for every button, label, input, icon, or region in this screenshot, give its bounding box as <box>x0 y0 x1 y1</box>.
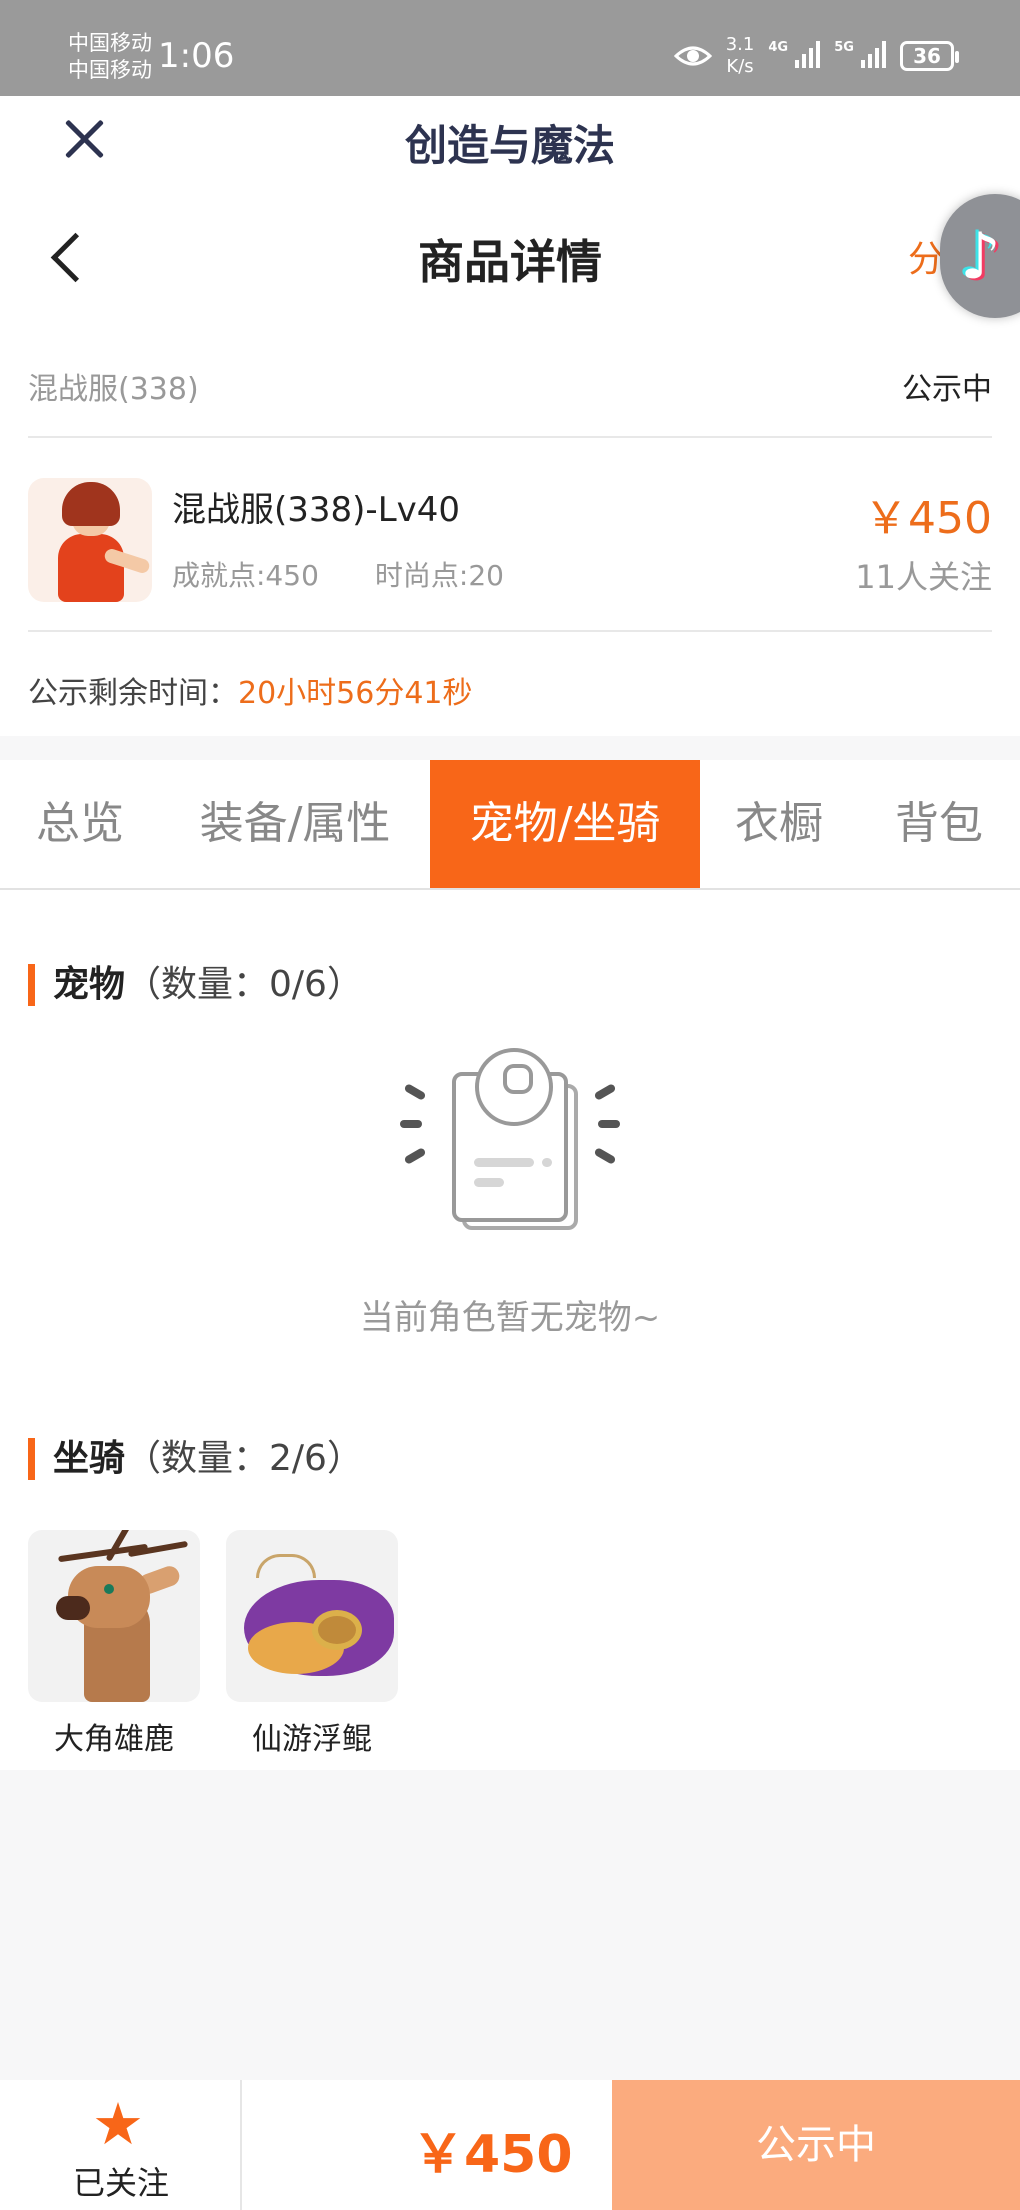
eye-icon <box>673 46 712 66</box>
signal-2: 5G <box>834 40 886 72</box>
remaining-time-label: 公示剩余时间： <box>28 676 238 711</box>
divider <box>28 436 992 438</box>
status-icons: 3.1 K/s 4G 5G 36 <box>673 34 959 78</box>
carrier-2: 中国移动 <box>68 58 152 82</box>
carrier-names: 中国移动 中国移动 <box>68 30 152 84</box>
page-title: 商品详情 <box>418 235 602 289</box>
star-icon: ★ <box>92 2090 144 2158</box>
detail-tabs: 总览 装备/属性 宠物/坐骑 衣橱 背包 <box>0 760 1020 890</box>
server-name: 混战服(338) <box>28 372 199 407</box>
pets-count: （数量：0/6） <box>125 964 363 1005</box>
product-name: 混战服(338)-Lv40 <box>172 490 461 530</box>
speed-unit: K/s <box>726 56 754 77</box>
signal-bars-icon <box>795 40 821 68</box>
remaining-time-value: 20小时56分41秒 <box>238 676 473 711</box>
network-type-2: 5G <box>834 40 854 55</box>
mount-item[interactable]: 大角雄鹿 <box>28 1530 200 1758</box>
floating-app-bubble[interactable]: ♪ <box>940 194 1020 318</box>
signal-1: 4G <box>768 40 821 72</box>
mount-name: 仙游浮鲲 <box>252 1722 372 1757</box>
battery-icon: 36 <box>900 41 959 71</box>
pets-mounts-panel: 宠物（数量：0/6） 当前角色暂无宠物~ 坐骑（数量：2/6） 大角雄鹿 仙游浮… <box>0 890 1020 1770</box>
tab-backpack[interactable]: 背包 <box>858 760 1020 888</box>
product-stats: 成就点:450 时尚点:20 <box>172 554 504 594</box>
pets-title: 宠物 <box>53 964 126 1005</box>
page-header: 商品详情 分享 ♪ <box>0 182 1020 332</box>
clock: 1:06 <box>158 36 235 76</box>
carrier-1: 中国移动 <box>68 31 152 55</box>
follower-count: 11人关注 <box>855 558 992 596</box>
product-price: ￥450 <box>864 493 992 544</box>
tab-equipment[interactable]: 装备/属性 <box>160 760 430 888</box>
tab-overview[interactable]: 总览 <box>0 760 160 888</box>
follow-button[interactable]: ★ 已关注 <box>0 2080 242 2210</box>
flying-fish-mount-icon <box>226 1530 398 1702</box>
product-info: 混战服(338) 公示中 混战服(338)-Lv40 成就点:450 时尚点:20… <box>0 332 1020 736</box>
fashion-points: 时尚点:20 <box>374 559 504 592</box>
status-bar: 中国移动 中国移动 1:06 3.1 K/s 4G 5G 36 <box>0 0 1020 96</box>
achievement-points: 成就点:450 <box>172 559 319 592</box>
pets-section-title: 宠物（数量：0/6） <box>28 964 363 1006</box>
app-title: 创造与魔法 <box>404 121 615 170</box>
mount-item[interactable]: 仙游浮鲲 <box>226 1530 398 1758</box>
divider <box>28 630 992 632</box>
publicity-status: 公示中 <box>902 372 992 407</box>
mounts-title: 坐骑 <box>53 1438 126 1479</box>
mounts-section-title: 坐骑（数量：2/6） <box>28 1438 363 1480</box>
remaining-time: 公示剩余时间：20小时56分41秒 <box>28 668 473 712</box>
empty-pets-message: 当前角色暂无宠物~ <box>359 1298 661 1338</box>
bottom-price: ￥450 <box>412 2125 573 2185</box>
network-speed: 3.1 K/s <box>726 34 755 78</box>
mounts-count: （数量：2/6） <box>125 1438 363 1479</box>
follow-label: 已关注 <box>72 2164 169 2202</box>
character-avatar[interactable] <box>28 478 152 602</box>
tiktok-logo-icon: ♪ <box>960 220 1001 294</box>
empty-profile-icon <box>400 1048 620 1240</box>
signal-bars-icon <box>861 40 886 68</box>
deer-mount-icon <box>28 1530 200 1702</box>
speed-value: 3.1 <box>725 34 755 55</box>
bottom-action-bar: ★ 已关注 ￥450 公示中 <box>0 2080 1020 2210</box>
tab-wardrobe[interactable]: 衣橱 <box>700 760 858 888</box>
tab-pets-mounts[interactable]: 宠物/坐骑 <box>430 760 700 888</box>
network-type-1: 4G <box>768 40 789 55</box>
publicity-action-button[interactable]: 公示中 <box>612 2080 1020 2210</box>
app-header: 创造与魔法 <box>0 96 1020 182</box>
mount-name: 大角雄鹿 <box>54 1722 174 1757</box>
